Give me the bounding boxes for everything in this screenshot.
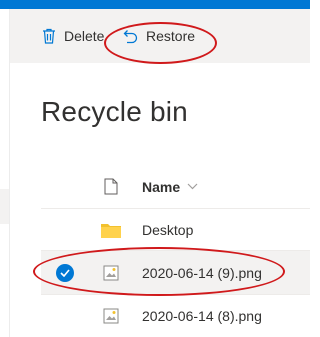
delete-button[interactable]: Delete [42, 9, 104, 63]
file-type-icon [101, 178, 121, 195]
command-bar: Delete Restore [10, 9, 310, 63]
name-column-label: Name [142, 178, 181, 195]
trash-icon [42, 28, 56, 44]
left-nav-highlight [0, 189, 9, 224]
list-item-selected[interactable]: 2020-06-14 (9).png [41, 251, 310, 295]
folder-icon [101, 222, 121, 238]
image-file-icon [101, 308, 121, 324]
delete-label: Delete [64, 28, 105, 44]
top-accent-bar [0, 0, 310, 9]
restore-label: Restore [146, 28, 196, 44]
name-column-header[interactable]: Name [142, 179, 198, 195]
list-header-row: Name [41, 165, 310, 209]
undo-icon [122, 28, 138, 44]
list-item[interactable]: 2020-06-14 (8).png [41, 295, 310, 337]
checkmark-icon[interactable] [56, 263, 74, 282]
file-name: 2020-06-14 (8).png [142, 308, 262, 324]
page-title: Recycle bin [41, 96, 188, 127]
file-name: 2020-06-14 (9).png [142, 264, 262, 281]
file-name: Desktop [142, 221, 194, 238]
image-file-icon [101, 265, 121, 281]
chevron-down-icon [187, 183, 198, 190]
restore-button[interactable]: Restore [122, 9, 195, 63]
list-item[interactable]: Desktop [41, 209, 310, 251]
left-nav-strip [0, 9, 10, 337]
